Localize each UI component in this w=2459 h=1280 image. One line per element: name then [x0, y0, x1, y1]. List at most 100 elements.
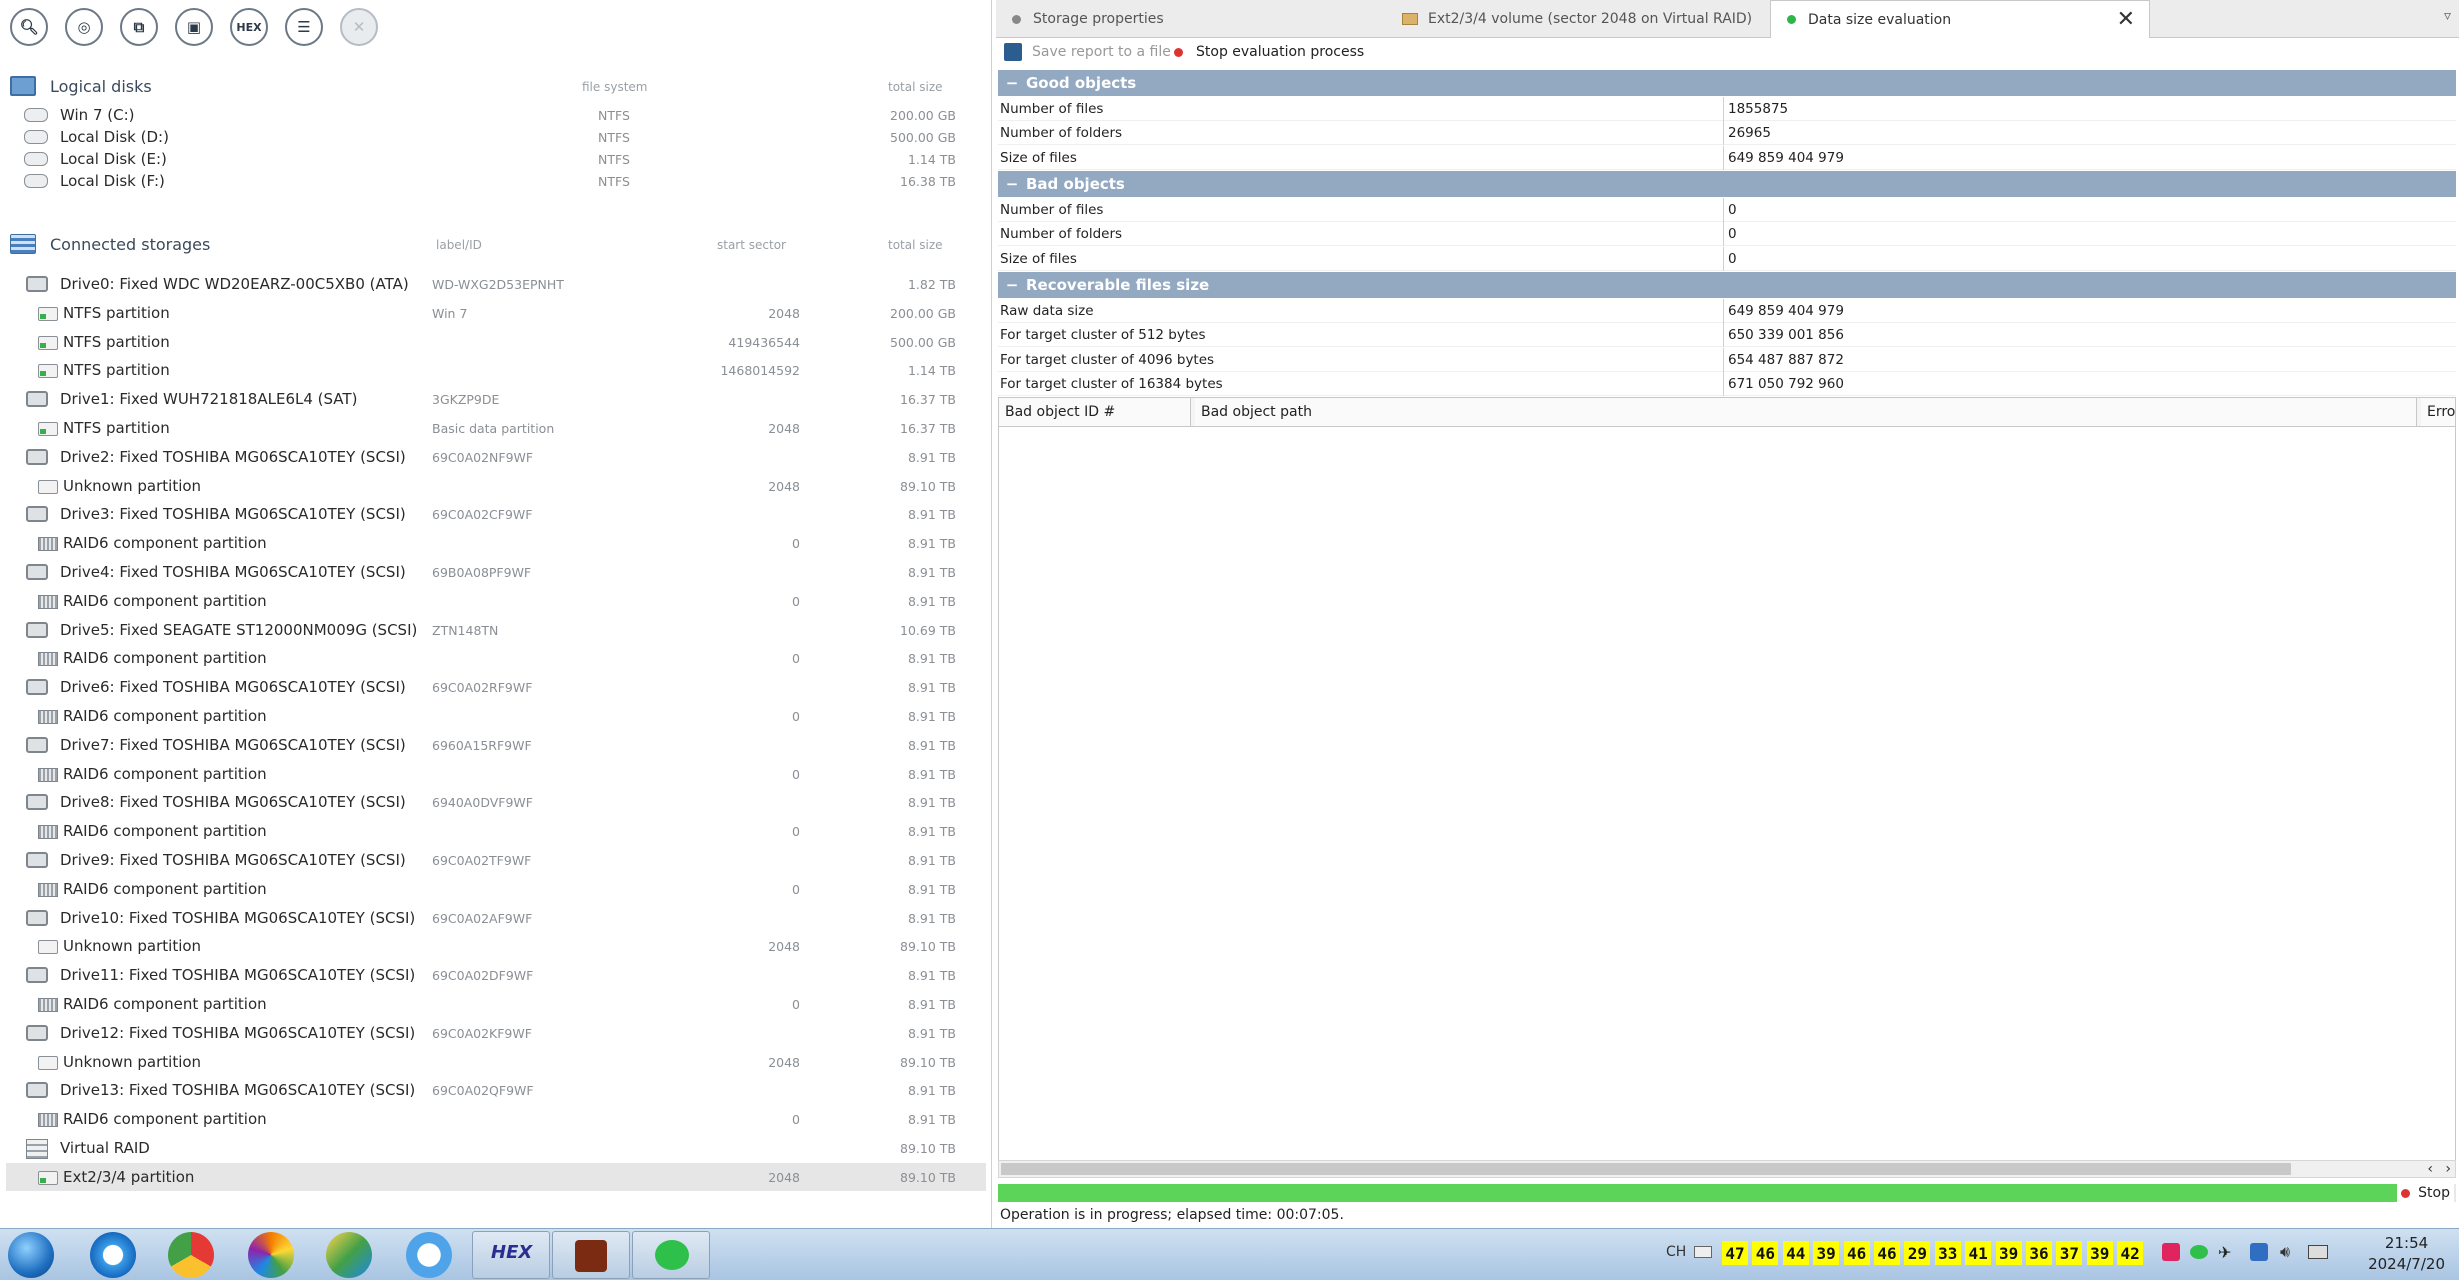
tray-indicator[interactable]: 29: [1904, 1241, 1931, 1265]
drive-row[interactable]: Drive7: Fixed TOSHIBA MG06SCA10TEY (SCSI…: [6, 731, 986, 759]
display-icon[interactable]: [2308, 1245, 2328, 1259]
partition-row[interactable]: Unknown partition 2048 89.10 TB: [6, 932, 986, 960]
scan-icon[interactable]: ◎: [65, 8, 103, 46]
drive-row[interactable]: Drive10: Fixed TOSHIBA MG06SCA10TEY (SCS…: [6, 904, 986, 932]
start-orb-icon[interactable]: [8, 1232, 54, 1278]
chrome-icon[interactable]: [168, 1232, 214, 1278]
stop-button[interactable]: Stop: [2397, 1184, 2454, 1202]
bad-row[interactable]: Size of files 0: [998, 246, 2456, 271]
partition-row[interactable]: RAID6 component partition 0 8.91 TB: [6, 529, 986, 557]
drive-row[interactable]: Drive0: Fixed WDC WD20EARZ-00C5XB0 (ATA)…: [6, 270, 986, 298]
tray-indicator[interactable]: 44: [1782, 1241, 1809, 1265]
tray-indicator[interactable]: 37: [2056, 1241, 2083, 1265]
col-bad-object-id[interactable]: Bad object ID #: [999, 398, 1191, 426]
save-icon[interactable]: [1004, 43, 1022, 61]
clone-icon[interactable]: ⧉: [120, 8, 158, 46]
partition-row[interactable]: RAID6 component partition 0 8.91 TB: [6, 644, 986, 672]
good-objects-header[interactable]: − Good objects: [998, 70, 2456, 96]
drive-row[interactable]: Drive4: Fixed TOSHIBA MG06SCA10TEY (SCSI…: [6, 558, 986, 586]
drive-row[interactable]: Drive5: Fixed SEAGATE ST12000NM009G (SCS…: [6, 616, 986, 644]
recoverable-row[interactable]: For target cluster of 16384 bytes 671 050…: [998, 372, 2456, 397]
tray-indicator[interactable]: 36: [2026, 1241, 2052, 1265]
partition-row[interactable]: RAID6 component partition 0 8.91 TB: [6, 587, 986, 615]
drive-row[interactable]: Drive9: Fixed TOSHIBA MG06SCA10TEY (SCSI…: [6, 846, 986, 874]
scroll-right-icon[interactable]: ›: [2445, 1161, 2451, 1177]
tray-indicator[interactable]: 47: [1722, 1241, 1748, 1265]
partition-row[interactable]: NTFS partition 1468014592 1.14 TB: [6, 356, 986, 384]
tray-app-icon[interactable]: [2162, 1243, 2180, 1261]
tray-indicator[interactable]: 39: [1813, 1241, 1840, 1265]
hex-icon[interactable]: HEX: [230, 8, 268, 46]
partition-row[interactable]: NTFS partition Basic data partition 2048 16…: [6, 414, 986, 442]
ie-icon[interactable]: [90, 1232, 136, 1278]
tray-indicator[interactable]: 46: [1752, 1241, 1779, 1265]
drive-row[interactable]: Drive2: Fixed TOSHIBA MG06SCA10TEY (SCSI…: [6, 443, 986, 471]
wechat-app[interactable]: [632, 1231, 710, 1279]
horizontal-scrollbar[interactable]: ‹ ›: [998, 1160, 2456, 1178]
player-icon[interactable]: [326, 1232, 372, 1278]
logical-disk-row[interactable]: Local Disk (D:) NTFS 500.00 GB: [6, 126, 986, 148]
tab-ext-volume[interactable]: Ext2/3/4 volume (sector 2048 on Virtual …: [1386, 0, 1766, 38]
partition-row[interactable]: NTFS partition 419436544 500.00 GB: [6, 328, 986, 356]
tray-indicator[interactable]: 46: [1874, 1241, 1900, 1265]
partition-row[interactable]: Unknown partition 2048 89.10 TB: [6, 1048, 986, 1076]
bluetooth-icon[interactable]: [2250, 1243, 2268, 1261]
hex-app[interactable]: HEX: [472, 1231, 550, 1279]
collapse-icon[interactable]: −: [998, 175, 1026, 193]
drive-row[interactable]: Drive8: Fixed TOSHIBA MG06SCA10TEY (SCSI…: [6, 788, 986, 816]
close-icon[interactable]: ✕: [340, 8, 378, 46]
volume-icon[interactable]: 🔊︎: [2280, 1242, 2290, 1262]
drive-row[interactable]: Drive13: Fixed TOSHIBA MG06SCA10TEY (SCS…: [6, 1076, 986, 1104]
col-bad-object-path[interactable]: Bad object path: [1195, 398, 2417, 426]
logical-disk-row[interactable]: Win 7 (C:) NTFS 200.00 GB: [6, 104, 986, 126]
partition-row[interactable]: Unknown partition 2048 89.10 TB: [6, 472, 986, 500]
partition-row[interactable]: NTFS partition Win 7 2048 200.00 GB: [6, 299, 986, 327]
partition-row[interactable]: RAID6 component partition 0 8.91 TB: [6, 1105, 986, 1133]
partition-row[interactable]: Ext2/3/4 partition 2048 89.10 TB: [6, 1162, 986, 1191]
good-row[interactable]: Size of files 649 859 404 979: [998, 145, 2456, 170]
tray-indicator[interactable]: 42: [2117, 1241, 2144, 1265]
app-icon[interactable]: [406, 1232, 452, 1278]
good-row[interactable]: Number of files 1855875: [998, 97, 2456, 121]
bad-row[interactable]: Number of folders 0: [998, 222, 2456, 247]
browser-icon[interactable]: [248, 1232, 294, 1278]
tab-storage-properties[interactable]: Storage properties: [996, 0, 1386, 38]
partition-row[interactable]: RAID6 component partition 0 8.91 TB: [6, 875, 986, 903]
scrollbar-thumb[interactable]: [1001, 1163, 2291, 1175]
network-icon[interactable]: ✈: [2218, 1243, 2231, 1262]
wechat-tray-icon[interactable]: [2190, 1245, 2208, 1259]
tray-indicator[interactable]: 39: [2086, 1241, 2113, 1265]
drive-row[interactable]: Drive12: Fixed TOSHIBA MG06SCA10TEY (SCS…: [6, 1019, 986, 1047]
tray-indicator[interactable]: 41: [1965, 1241, 1992, 1265]
recoverable-row[interactable]: For target cluster of 512 bytes 650 339 0…: [998, 323, 2456, 348]
col-error[interactable]: Erro: [2421, 398, 2455, 426]
bad-objects-header[interactable]: − Bad objects: [998, 171, 2456, 197]
scroll-left-icon[interactable]: ‹: [2427, 1161, 2433, 1177]
good-row[interactable]: Number of folders 26965: [998, 121, 2456, 146]
drive-row[interactable]: Drive6: Fixed TOSHIBA MG06SCA10TEY (SCSI…: [6, 673, 986, 701]
drive-row[interactable]: Drive11: Fixed TOSHIBA MG06SCA10TEY (SCS…: [6, 961, 986, 989]
save-report-button[interactable]: Save report to a file: [1032, 44, 1171, 60]
logical-disk-row[interactable]: Local Disk (F:) NTFS 16.38 TB: [6, 170, 986, 192]
recoverable-header[interactable]: − Recoverable files size: [998, 272, 2456, 298]
tray-indicator[interactable]: 46: [1843, 1241, 1870, 1265]
lock-icon[interactable]: ▣: [175, 8, 213, 46]
tab-data-size-evaluation[interactable]: Data size evaluation ✕: [1770, 0, 2150, 38]
partition-row[interactable]: RAID6 component partition 0 8.91 TB: [6, 760, 986, 788]
list-icon[interactable]: ☰: [285, 8, 323, 46]
collapse-icon[interactable]: −: [998, 74, 1026, 92]
drive-row[interactable]: Drive1: Fixed WUH721818ALE6L4 (SAT) 3GKZP…: [6, 385, 986, 413]
magnifier-icon[interactable]: 🔍︎: [10, 8, 48, 46]
partition-row[interactable]: RAID6 component partition 0 8.91 TB: [6, 702, 986, 730]
keyboard-icon[interactable]: [1694, 1246, 1712, 1258]
bad-objects-list[interactable]: [998, 427, 2456, 1160]
clock[interactable]: 21:54 2024/7/20: [2368, 1233, 2445, 1275]
close-tab-icon[interactable]: ✕: [2117, 7, 2135, 32]
drive-row[interactable]: Drive3: Fixed TOSHIBA MG06SCA10TEY (SCSI…: [6, 500, 986, 528]
recoverable-row[interactable]: For target cluster of 4096 bytes 654 487 …: [998, 347, 2456, 372]
game-app[interactable]: [552, 1231, 630, 1279]
recoverable-row[interactable]: Raw data size 649 859 404 979: [998, 299, 2456, 323]
partition-row[interactable]: RAID6 component partition 0 8.91 TB: [6, 990, 986, 1018]
bad-row[interactable]: Number of files 0: [998, 198, 2456, 222]
tray-indicator[interactable]: 33: [1934, 1241, 1961, 1265]
